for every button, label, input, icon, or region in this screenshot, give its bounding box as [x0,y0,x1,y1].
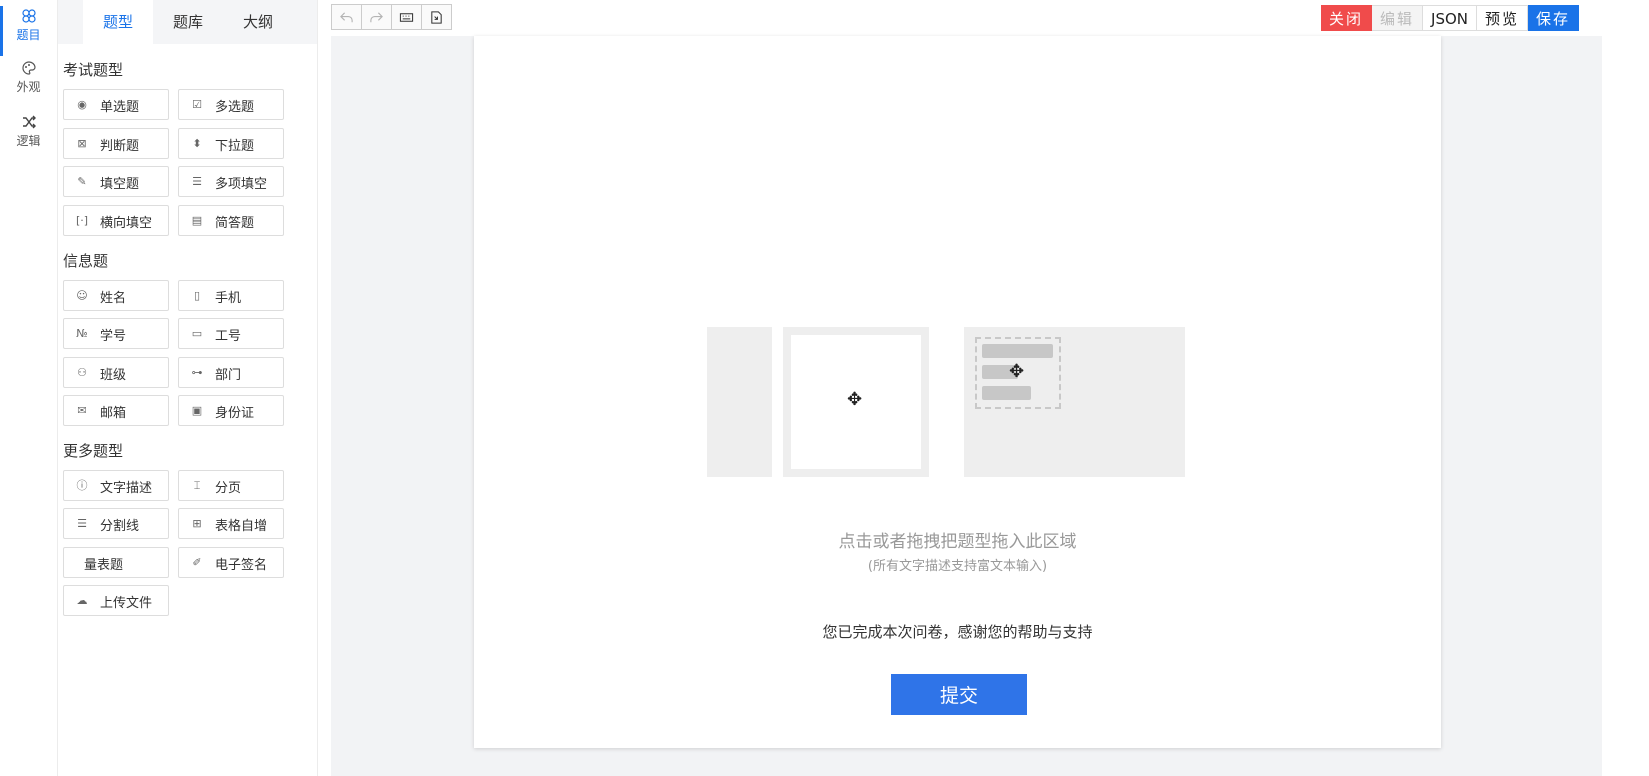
radio-icon: ◉ [77,98,87,111]
qtype-employee-id[interactable]: ▭ 工号 [178,318,284,349]
group-title-exam: 考试题型 [63,61,124,79]
qtype-name[interactable]: ☺ 姓名 [63,280,169,311]
divider-icon: ☰ [77,517,87,530]
import-button[interactable] [421,4,452,30]
pen-icon: ✐ [192,556,202,569]
rail-item-logic[interactable]: 逻辑 [0,114,57,149]
panel-block [707,327,772,477]
qtype-horizontal-fill[interactable]: [·] 横向填空 [63,205,169,236]
qtype-multi-choice[interactable]: ☑ 多选题 [178,89,284,120]
qtype-id-card[interactable]: ▣ 身份证 [178,395,284,426]
edit-button[interactable]: 编辑 [1372,5,1424,31]
tab-question-types[interactable]: 题型 [83,0,153,44]
rail-label: 外观 [16,80,41,94]
id-card-icon: ▭ [191,327,203,340]
mail-icon: ✉ [77,404,87,417]
question-icon [21,9,36,23]
edit-icon: ✎ [77,175,87,188]
json-button[interactable]: JSON [1423,5,1478,31]
qtype-fill-blank[interactable]: ✎ 填空题 [63,166,169,197]
left-rail: 题目 外观 逻辑 [0,0,58,776]
qtype-scale[interactable]: 量表题 [63,547,169,578]
palette-icon [21,61,36,75]
qtype-short-answer[interactable]: ▤ 简答题 [178,205,284,236]
qtype-department[interactable]: ⊶ 部门 [178,357,284,388]
drop-frame: ✥ [783,327,929,477]
qtype-phone[interactable]: ▯ 手机 [178,280,284,311]
question-palette: 题型 题库 大纲 考试题型 ◉ 单选题 ☑ 多选题 ⊠ 判断题 ⬍ 下拉题 ✎ 填空题 ☰… [58,0,318,776]
undo-button[interactable] [331,4,362,30]
save-button[interactable]: 保存 [1528,5,1580,31]
shuffle-icon [22,115,36,129]
close-button[interactable]: 关闭 [1321,5,1373,31]
rail-label: 题目 [16,28,41,42]
org-chart-icon: ⊶ [191,366,203,379]
move-icon: ✥ [847,389,863,410]
drag-drop-illustration: ✥ ✥ [707,306,1212,477]
editor-workspace: ✥ ✥ 点击或者拖拽把题型拖入此区域 (所有文字描述支持富文本输入) 您已完成本… [331,36,1602,776]
qtype-divider[interactable]: ☰ 分割线 [63,508,169,539]
move-icon: ✥ [1009,361,1025,382]
multi-field-icon: ☰ [192,175,202,188]
drop-hint: 点击或者拖拽把题型拖入此区域 [838,532,1077,552]
phone-icon: ▯ [193,289,201,302]
completion-message[interactable]: 您已完成本次问卷，感谢您的帮助与支持 [474,621,1441,642]
qtype-student-id[interactable]: № 学号 [63,318,169,349]
rail-label: 逻辑 [16,134,41,148]
number-badge-icon: № [76,327,88,340]
redo-button[interactable] [361,4,392,30]
group-title-more: 更多题型 [63,442,124,460]
tab-outline[interactable]: 大纲 [223,0,293,44]
redo-icon [370,11,383,22]
qtype-dropdown[interactable]: ⬍ 下拉题 [178,128,284,159]
survey-canvas[interactable]: ✥ ✥ 点击或者拖拽把题型拖入此区域 (所有文字描述支持富文本输入) 您已完成本… [474,36,1441,748]
editor-toolbar [331,4,452,30]
qtype-single-choice[interactable]: ◉ 单选题 [63,89,169,120]
page-break-icon: ⌶ [193,479,201,492]
tab-question-bank[interactable]: 题库 [153,0,223,44]
id-badge-icon: ▣ [191,404,203,417]
canvas-block: ✥ [964,327,1185,477]
bracket-icon: [·] [75,214,89,227]
document-icon: ▤ [191,214,203,227]
qtype-file-upload[interactable]: ☁ 上传文件 [63,585,169,616]
import-icon [431,10,442,24]
rail-item-questions[interactable]: 题目 [0,6,57,56]
user-icon: ☺ [76,289,88,302]
group-icon: ⚇ [77,366,87,379]
qtype-class[interactable]: ⚇ 班级 [63,357,169,388]
cloud-upload-icon: ☁ [76,594,88,607]
qtype-signature[interactable]: ✐ 电子签名 [178,547,284,578]
checkbox-icon: ☑ [192,98,202,111]
percent-box-icon: ⊠ [77,137,87,150]
preview-button[interactable]: 预览 [1477,5,1529,31]
table-add-icon: ⊞ [192,517,202,530]
sort-arrows-icon: ⬍ [192,137,202,150]
keyboard-button[interactable] [391,4,422,30]
group-title-info: 信息题 [63,252,109,270]
qtype-text-description[interactable]: ⓘ 文字描述 [63,470,169,501]
rail-item-appearance[interactable]: 外观 [0,60,57,95]
drop-hint-sub: (所有文字描述支持富文本输入) [867,559,1048,574]
palette-tabs: 题型 题库 大纲 [58,0,317,44]
qtype-email[interactable]: ✉ 邮箱 [63,395,169,426]
qtype-page-break[interactable]: ⌶ 分页 [178,470,284,501]
qtype-multi-fill[interactable]: ☰ 多项填空 [178,166,284,197]
qtype-true-false[interactable]: ⊠ 判断题 [63,128,169,159]
undo-icon [340,11,353,22]
qtype-table-auto[interactable]: ⊞ 表格自增 [178,508,284,539]
submit-button[interactable]: 提交 [891,674,1027,715]
header-actions: 关闭 编辑 JSON 预览 保存 [1321,5,1580,31]
keyboard-icon [399,12,414,22]
info-circle-icon: ⓘ [76,479,88,492]
